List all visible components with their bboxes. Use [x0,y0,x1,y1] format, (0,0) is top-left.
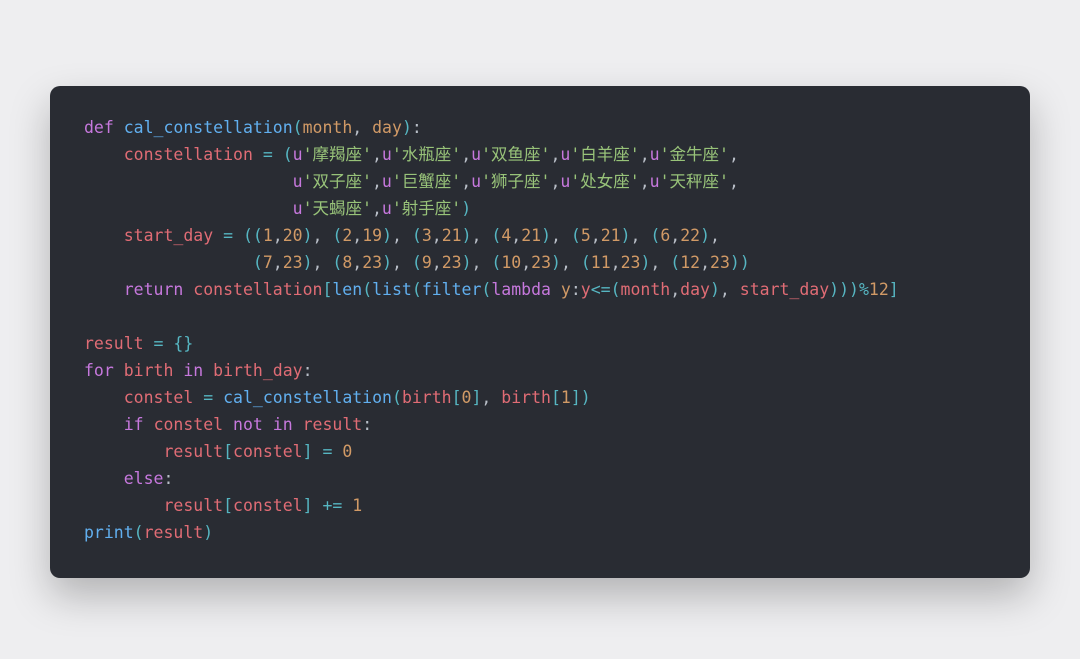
code-window: def cal_constellation(month, day): const… [50,86,1030,578]
z11: 射手座 [402,199,452,218]
kw-def: def [84,118,114,137]
code-block: def cal_constellation(month, day): const… [84,114,996,546]
z4: 金牛座 [670,145,720,164]
z0: 摩羯座 [313,145,363,164]
var-birth-day: birth_day [213,361,302,380]
z2: 双鱼座 [491,145,541,164]
var-birth: birth [124,361,174,380]
z3: 白羊座 [580,145,630,164]
var-constel: constel [124,388,194,407]
builtin-print: print [84,523,134,542]
z7: 狮子座 [491,172,541,191]
var-constellation: constellation [124,145,253,164]
param-day: day [372,118,402,137]
param-month: month [303,118,353,137]
z8: 处女座 [580,172,630,191]
z9: 天秤座 [670,172,720,191]
fn-name: cal_constellation [124,118,293,137]
z6: 巨蟹座 [402,172,452,191]
kw-return: return [124,280,184,299]
z1: 水瓶座 [402,145,452,164]
z10: 天蝎座 [313,199,363,218]
var-start-day: start_day [124,226,213,245]
z5: 双子座 [313,172,363,191]
var-result: result [84,334,144,353]
